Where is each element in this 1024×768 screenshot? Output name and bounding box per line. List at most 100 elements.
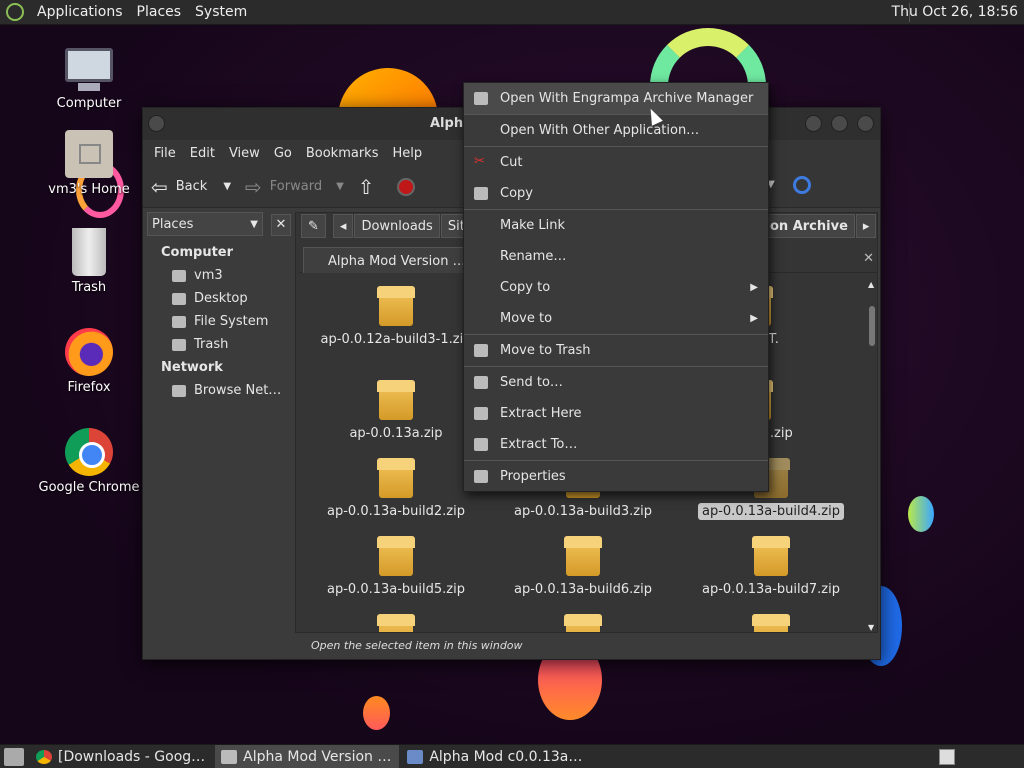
menu-item-copy-to[interactable]: Copy to ▶ [464, 272, 768, 303]
scroll-up-icon[interactable]: ▲ [868, 280, 874, 289]
stop-icon [396, 177, 415, 196]
sidebar-section-network: Network [161, 360, 223, 375]
menu-item-properties[interactable]: Properties [464, 461, 768, 492]
taskbar-item-archive-manager[interactable]: Alpha Mod c0.0.13a… [401, 745, 590, 768]
taskbar-item-file-manager[interactable]: Alpha Mod Version … [215, 744, 400, 768]
menu-item-rename[interactable]: Rename… [464, 241, 768, 272]
menu-item-cut[interactable]: ✂ Cut [464, 147, 768, 178]
desktop-icon-computer[interactable]: Computer [34, 44, 144, 111]
file-item[interactable] [488, 614, 678, 632]
sidebar-item-label: vm3 [194, 268, 223, 283]
tab-label: Alpha Mod Version … [328, 254, 466, 269]
tab-alpha-mod[interactable]: Alpha Mod Version … [303, 247, 471, 273]
pathbar-scroll-left[interactable]: ◂ [332, 214, 354, 238]
menu-item-label: Extract Here [500, 406, 582, 421]
desktop-icon-chrome[interactable]: Google Chrome [34, 428, 144, 495]
menu-item-label: Copy [500, 186, 533, 201]
forward-button[interactable]: ⇨ Forward ▼ [245, 175, 344, 199]
menu-help[interactable]: Help [385, 146, 429, 161]
up-arrow-icon: ⇧ [357, 174, 375, 199]
menu-item-send-to[interactable]: Send to… [464, 367, 768, 398]
file-item[interactable] [676, 614, 866, 632]
sidebar-item-browse-network[interactable]: Browse Net… [147, 379, 290, 402]
sidebar-item-trash[interactable]: Trash [147, 333, 290, 356]
close-tab-icon[interactable]: ✕ [863, 251, 874, 266]
sidebar-close-button[interactable]: ✕ [271, 214, 291, 236]
window-menu-button[interactable] [148, 115, 165, 132]
menu-file[interactable]: File [147, 146, 183, 161]
menu-system[interactable]: System [188, 4, 254, 20]
desktop-icon-firefox[interactable]: Firefox [34, 328, 144, 395]
trash-icon [172, 338, 186, 351]
distro-logo-icon[interactable] [6, 3, 24, 21]
workspace-switcher[interactable] [939, 749, 955, 765]
file-item[interactable]: ap-0.0.13a-build7.zip [676, 536, 866, 597]
forward-history-dropdown-icon[interactable]: ▼ [336, 181, 344, 192]
maximize-button[interactable] [831, 115, 848, 132]
menu-view[interactable]: View [222, 146, 267, 161]
menu-item-move-to[interactable]: Move to ▶ [464, 303, 768, 334]
back-button[interactable]: ⇦ Back ▼ [151, 175, 231, 199]
clock[interactable]: Thu Oct 26, 18:56 [892, 4, 1018, 20]
sidebar-item-desktop[interactable]: Desktop [147, 287, 290, 310]
minimize-button[interactable] [805, 115, 822, 132]
menu-item-label: Cut [500, 155, 523, 170]
sidebar-item-vm3[interactable]: vm3 [147, 264, 290, 287]
file-item[interactable]: ap-0.0.13a-build5.zip [301, 536, 491, 597]
zip-archive-icon [377, 380, 415, 420]
close-button[interactable] [857, 115, 874, 132]
sidebar: Places ▼ ✕ Computer vm3 Desktop File Sys… [147, 212, 291, 657]
trash-icon [474, 344, 488, 357]
file-item[interactable]: ap-0.0.13a-build6.zip [488, 536, 678, 597]
desktop-folder-icon [172, 292, 186, 305]
pathbar: ✎ ◂ Downloads Sit [301, 214, 473, 238]
copy-icon [474, 187, 488, 200]
back-history-dropdown-icon[interactable]: ▼ [223, 181, 231, 192]
sidebar-item-filesystem[interactable]: File System [147, 310, 290, 333]
menu-item-open-with-engrampa[interactable]: Open With Engrampa Archive Manager [464, 83, 768, 114]
zip-archive-icon [377, 286, 415, 326]
home-folder-icon [172, 269, 186, 282]
bottom-panel: [Downloads - Goog… Alpha Mod Version … A… [0, 744, 1024, 768]
zip-archive-icon [752, 536, 790, 576]
file-name: ap-0.0.13a-build6.zip [514, 582, 652, 597]
vertical-scrollbar[interactable]: ▲ ▼ [867, 280, 877, 632]
desktop-icon-home[interactable]: vm3's Home [34, 130, 144, 197]
pathbar-button-downloads[interactable]: Downloads [354, 214, 440, 238]
trash-icon [72, 228, 106, 276]
taskbar-item-chrome[interactable]: [Downloads - Goog… [30, 745, 213, 768]
menu-item-move-to-trash[interactable]: Move to Trash [464, 335, 768, 366]
menu-item-extract-here[interactable]: Extract Here [464, 398, 768, 429]
pathbar-button-current[interactable]: on Archive [763, 214, 855, 238]
up-button[interactable]: ⇧ [358, 175, 383, 199]
top-panel: Applications Places System Thu Oct 26, 1… [0, 0, 1024, 25]
menu-item-extract-to[interactable]: Extract To… [464, 429, 768, 460]
desktop-icon-label: Firefox [67, 380, 111, 395]
search-icon[interactable] [793, 176, 811, 194]
back-label: Back [175, 179, 208, 194]
pathbar-edit-toggle[interactable]: ✎ [301, 214, 326, 238]
scrollbar-thumb[interactable] [869, 306, 875, 346]
desktop-icon-label: vm3's Home [48, 182, 130, 197]
menu-item-label: Make Link [500, 218, 565, 233]
show-desktop-icon[interactable] [4, 747, 24, 766]
menu-item-open-with-other[interactable]: Open With Other Application… [464, 115, 768, 146]
menu-applications[interactable]: Applications [30, 4, 130, 20]
pathbar-scroll-right[interactable]: ▸ [855, 214, 877, 238]
menu-item-make-link[interactable]: Make Link [464, 210, 768, 241]
desktop-icon-trash[interactable]: Trash [34, 228, 144, 295]
menu-item-copy[interactable]: Copy [464, 178, 768, 209]
menu-go[interactable]: Go [267, 146, 299, 161]
decor-blob [908, 496, 934, 532]
menu-edit[interactable]: Edit [183, 146, 222, 161]
stop-button[interactable] [396, 177, 415, 196]
sidebar-selector[interactable]: Places ▼ [147, 212, 263, 236]
file-item[interactable] [301, 614, 491, 632]
drive-icon [172, 315, 186, 328]
menu-bookmarks[interactable]: Bookmarks [299, 146, 386, 161]
desktop-icon-label: Trash [71, 280, 107, 295]
sidebar-item-label: Trash [194, 337, 229, 352]
menu-places[interactable]: Places [130, 4, 189, 20]
scroll-down-icon[interactable]: ▼ [868, 623, 874, 632]
menu-item-label: Move to [500, 311, 553, 326]
